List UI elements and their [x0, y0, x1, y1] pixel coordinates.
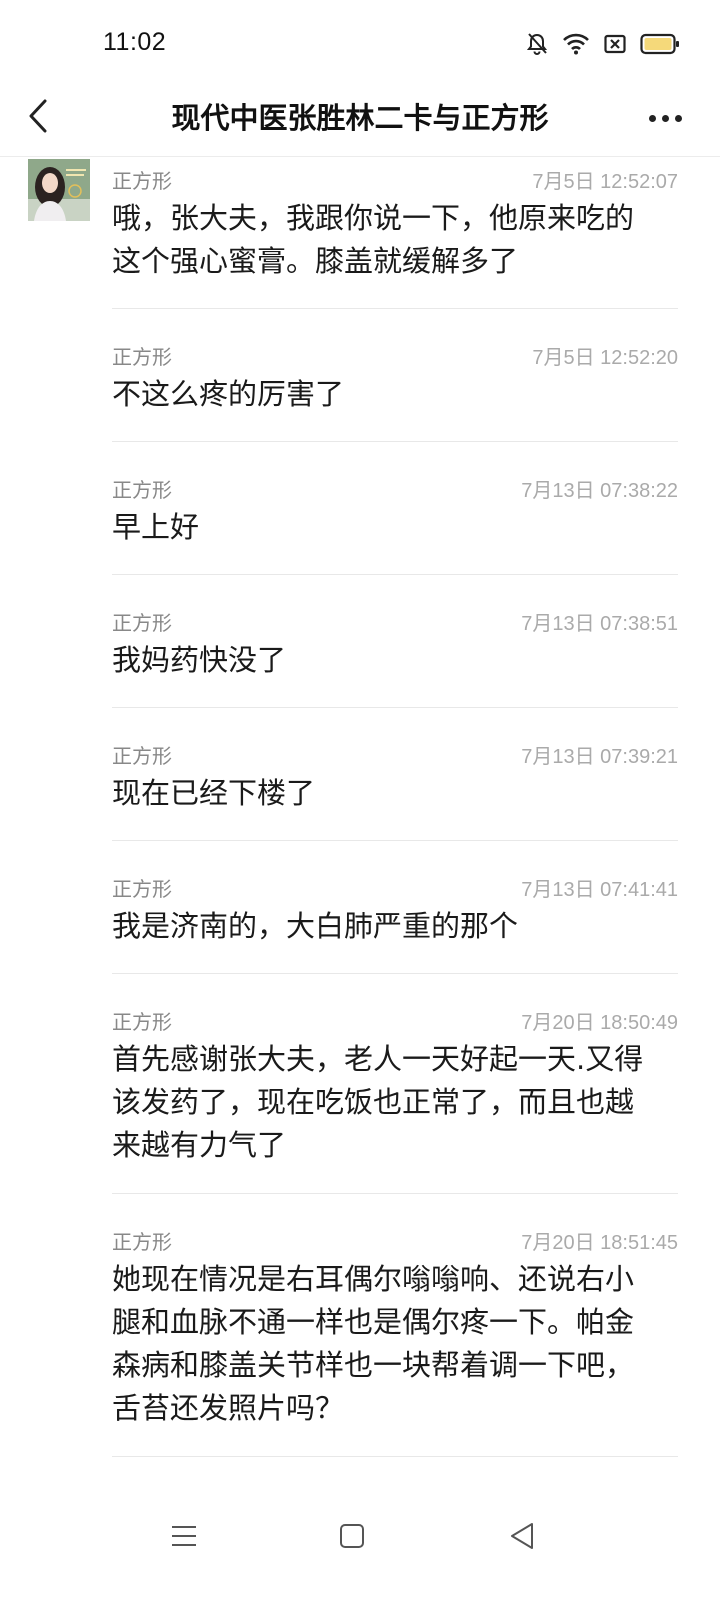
message-divider: [112, 973, 678, 974]
menu-button[interactable]: [154, 1508, 214, 1568]
message-item[interactable]: 正方形 7月13日 07:41:41 我是济南的，大白肺严重的那个: [112, 867, 678, 948]
message-divider: [112, 707, 678, 708]
message-sender: 正方形: [112, 1230, 172, 1254]
message-time: 7月13日 07:38:22: [521, 480, 678, 502]
message-item[interactable]: 正方形 7月5日 12:52:20 不这么疼的厉害了: [112, 335, 678, 416]
message-text: 哦，张大夫，我跟你说一下，他原来吃的 这个强心蜜膏。膝盖就缓解多了: [112, 201, 635, 278]
status-icons: [526, 30, 680, 58]
message-text: 早上好: [112, 510, 200, 544]
message-item[interactable]: 正方形 7月20日 18:50:49 首先感谢张大夫，老人一天好起一天.又得 该…: [112, 1000, 678, 1167]
home-button[interactable]: [322, 1508, 382, 1568]
message-text: 她现在情况是右耳偶尔嗡嗡响、还说右小 腿和血脉不通一样也是偶尔疼一下。帕金 森病…: [112, 1262, 635, 1425]
message-divider: [112, 840, 678, 841]
message-sender: 正方形: [112, 877, 172, 901]
menu-icon: [171, 1525, 197, 1551]
wifi-icon: [562, 33, 590, 55]
message-item[interactable]: 正方形 7月20日 18:51:45 她现在情况是右耳偶尔嗡嗡响、还说右小 腿和…: [112, 1220, 678, 1430]
message-divider: [112, 441, 678, 442]
sim-x-icon: [604, 34, 626, 54]
message-divider: [112, 308, 678, 309]
message-sender: 正方形: [112, 1010, 172, 1034]
message-time: 7月5日 12:52:20: [532, 347, 678, 369]
message-text: 首先感谢张大夫，老人一天好起一天.又得 该发药了，现在吃饭也正常了，而且也越 来…: [112, 1042, 644, 1162]
message-time: 7月13日 07:41:41: [521, 879, 678, 901]
message-sender: 正方形: [112, 611, 172, 635]
chat-header: 现代中医张胜林二卡与正方形: [0, 88, 720, 157]
message-item[interactable]: 正方形 7月5日 12:52:07 哦，张大夫，我跟你说一下，他原来吃的 这个强…: [112, 159, 678, 283]
more-options-button[interactable]: [640, 94, 690, 142]
message-divider: [112, 1456, 678, 1457]
system-nav-bar: [0, 1480, 720, 1600]
chat-title: 现代中医张胜林二卡与正方形: [171, 101, 549, 135]
back-button[interactable]: [18, 94, 58, 142]
message-text: 现在已经下楼了: [112, 776, 316, 810]
battery-icon: [640, 33, 680, 55]
message-sender: 正方形: [112, 478, 172, 502]
chevron-left-icon: [27, 98, 49, 138]
message-time: 7月5日 12:52:07: [532, 171, 678, 193]
message-sender: 正方形: [112, 169, 172, 193]
message-item[interactable]: 正方形 7月13日 07:38:51 我妈药快没了: [112, 601, 678, 682]
back-triangle-icon: [509, 1522, 535, 1554]
message-text: 我是济南的，大白肺严重的那个: [112, 909, 519, 943]
message-divider: [112, 1193, 678, 1194]
message-divider: [112, 574, 678, 575]
sender-avatar[interactable]: [28, 159, 90, 221]
message-time: 7月13日 07:38:51: [521, 613, 678, 635]
back-nav-button[interactable]: [492, 1508, 552, 1568]
message-time: 7月20日 18:50:49: [521, 1012, 678, 1034]
message-sender: 正方形: [112, 345, 172, 369]
message-time: 7月20日 18:51:45: [521, 1232, 678, 1254]
message-item[interactable]: 正方形 7月13日 07:39:21 现在已经下楼了: [112, 734, 678, 815]
message-text: 我妈药快没了: [112, 643, 287, 677]
message-sender: 正方形: [112, 744, 172, 768]
message-time: 7月13日 07:39:21: [521, 746, 678, 768]
mute-bell-icon: [526, 32, 548, 56]
status-bar: 11:02: [0, 0, 720, 88]
message-item[interactable]: 正方形 7月13日 07:38:22 早上好: [112, 468, 678, 549]
home-icon: [339, 1523, 365, 1553]
more-dots-icon: [648, 114, 656, 122]
message-text: 不这么疼的厉害了: [112, 377, 345, 411]
status-time: 11:02: [103, 28, 167, 56]
